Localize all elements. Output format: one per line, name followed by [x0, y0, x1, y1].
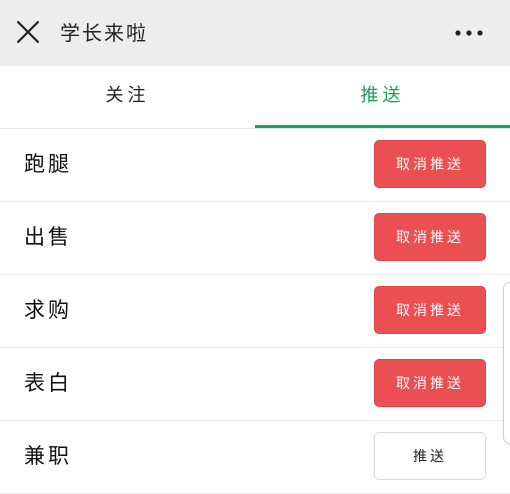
scroll-handle[interactable] — [503, 282, 510, 444]
tab-push[interactable]: 推送 — [255, 66, 510, 128]
tab-bar: 关注 推送 — [0, 66, 510, 129]
item-label: 跑腿 — [24, 152, 72, 176]
item-label: 兼职 — [24, 444, 72, 468]
list-item: 求购 取消推送 — [0, 275, 510, 348]
title-bar: 学长来啦 — [0, 0, 510, 66]
active-tab-indicator — [255, 125, 510, 128]
more-icon[interactable] — [454, 28, 484, 38]
cancel-push-button[interactable]: 取消推送 — [374, 359, 486, 407]
cancel-push-button[interactable]: 取消推送 — [374, 286, 486, 334]
list-item: 表白 取消推送 — [0, 348, 510, 421]
item-label: 求购 — [24, 298, 72, 322]
item-label: 出售 — [24, 225, 72, 249]
push-button[interactable]: 推送 — [374, 432, 486, 480]
item-label: 表白 — [24, 371, 72, 395]
push-list: 跑腿 取消推送 出售 取消推送 求购 取消推送 表白 取消推送 兼职 推送 — [0, 129, 510, 494]
list-item: 出售 取消推送 — [0, 202, 510, 275]
cancel-push-button[interactable]: 取消推送 — [374, 140, 486, 188]
close-icon[interactable] — [16, 20, 40, 44]
cancel-push-button[interactable]: 取消推送 — [374, 213, 486, 261]
list-item: 跑腿 取消推送 — [0, 129, 510, 202]
page-title: 学长来啦 — [60, 21, 148, 45]
list-item: 兼职 推送 — [0, 421, 510, 494]
tab-follow[interactable]: 关注 — [0, 66, 255, 128]
